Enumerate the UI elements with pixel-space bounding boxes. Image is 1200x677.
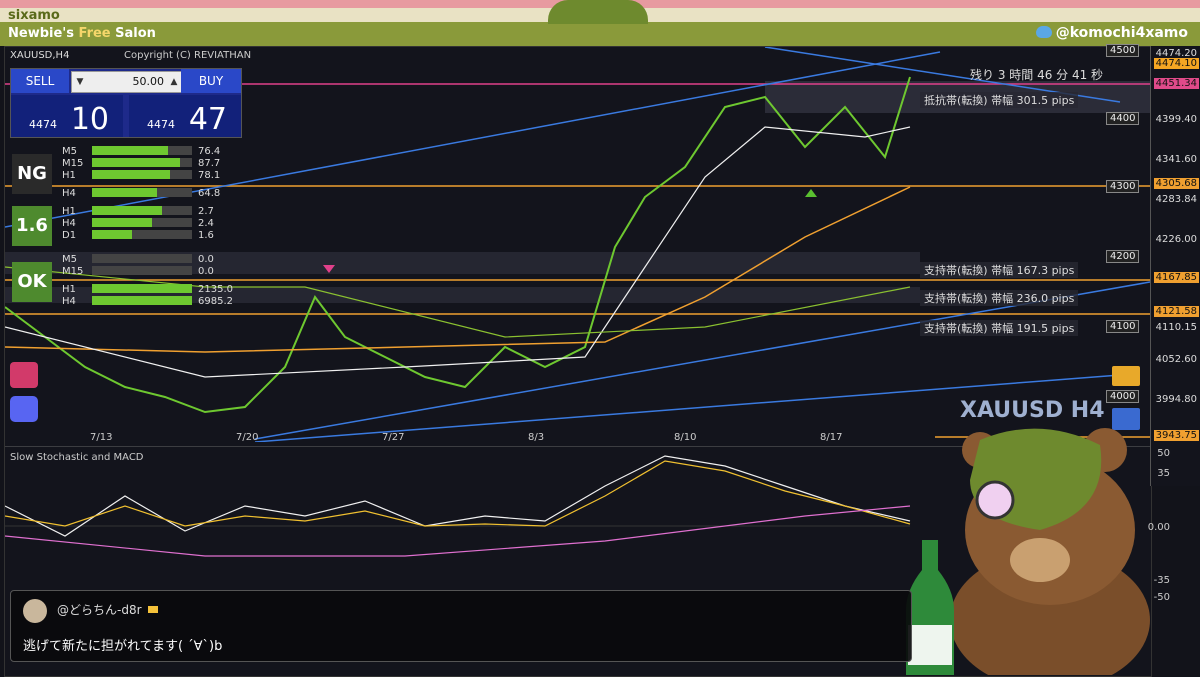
signal-strength-bar: [92, 230, 192, 239]
twitter-icon: [1035, 26, 1052, 38]
date-label: 7/27: [382, 432, 405, 443]
salon-title: Newbie's Free Salon: [8, 26, 156, 41]
price-tick: 4399.40: [1155, 114, 1197, 125]
date-label: 7/13: [90, 432, 113, 443]
signal-strength-bar: [92, 266, 192, 275]
price-tick: 4283.84: [1155, 194, 1197, 205]
price-tick: 4110.15: [1155, 322, 1197, 333]
price-tick: 3994.80: [1155, 394, 1197, 405]
signal-strength-bar: [92, 296, 192, 305]
avatar: [23, 599, 47, 623]
price-badge: 4121.58: [1153, 306, 1199, 317]
signal-strength-bar: [92, 188, 192, 197]
buy-button[interactable]: BUY: [181, 69, 241, 93]
price-tick: 4474.20: [1155, 48, 1197, 59]
round-level-label: 4000: [1106, 390, 1140, 403]
price-tick: 4341.60: [1155, 154, 1197, 165]
ask-price[interactable]: 4474 47: [129, 95, 241, 137]
date-label: 7/20: [236, 432, 259, 443]
signal-row: M15 0.0: [62, 266, 214, 277]
lot-size-input[interactable]: ▼ 50.00 ▲: [71, 71, 183, 93]
copyright-label: Copyright (C) REVIATHAN: [124, 50, 252, 61]
signal-row: H4 64.8: [62, 188, 221, 199]
signal-row: M15 87.7: [62, 158, 221, 169]
price-badge: 4474.10: [1153, 58, 1199, 69]
signal-strength-bar: [92, 158, 192, 167]
resistance-zone-label: 抵抗帯(転換) 帯幅 301.5 pips: [920, 92, 1079, 108]
date-label: 8/3: [528, 432, 545, 443]
round-level-label: 4100: [1106, 320, 1140, 333]
sell-button[interactable]: SELL: [11, 69, 69, 93]
signal-strength-bar: [92, 170, 192, 179]
signal-score-badge: 1.6: [12, 206, 52, 246]
signal-row: M5 0.0: [62, 254, 214, 265]
frog-mascot-icon: [548, 0, 648, 24]
signal-row: H1 2.7: [62, 206, 214, 217]
bar-remaining-time: 残り 3 時間 46 分 41 秒: [970, 68, 1104, 82]
chat-comment: @どらちん-d8r 逃げて新たに担がれてます( ´∀`)b: [10, 590, 912, 662]
signal-strength-bar: [92, 218, 192, 227]
signal-row: M5 76.4: [62, 146, 221, 157]
price-tick: 4052.60: [1155, 354, 1197, 365]
round-level-label: 4300: [1106, 180, 1140, 193]
buy-arrow-icon: [805, 189, 817, 197]
date-label: 8/10: [674, 432, 697, 443]
comment-text: 逃げて新たに担がれてます( ´∀`)b: [23, 639, 223, 654]
discord-icon[interactable]: [10, 396, 38, 422]
signal-strength-bar: [92, 206, 192, 215]
support-zone-label-1: 支持帯(転換) 帯幅 167.3 pips: [920, 262, 1079, 278]
price-badge: 4305.68: [1153, 178, 1199, 189]
brand-name: sixamo: [8, 8, 60, 23]
one-click-trade-panel: SELL ▼ 50.00 ▲ BUY 4474 10 4474 47: [10, 68, 242, 138]
signal-strength-bar: [92, 146, 192, 155]
support-zone-label-3: 支持帯(転換) 帯幅 191.5 pips: [920, 320, 1079, 336]
chart-symbol: XAUUSD,H4: [10, 50, 70, 61]
lot-value[interactable]: 50.00: [90, 72, 165, 92]
support-zone-label-2: 支持帯(転換) 帯幅 236.0 pips: [920, 290, 1079, 306]
price-tick: 4226.00: [1155, 234, 1197, 245]
round-level-label: 4400: [1106, 112, 1140, 125]
folder-icon[interactable]: [1112, 366, 1140, 386]
price-badge: 4167.85: [1153, 272, 1199, 283]
twitter-handle[interactable]: @komochi4xamo: [1035, 25, 1188, 41]
signal-row: D1 1.6: [62, 230, 214, 241]
oscillator-title: Slow Stochastic and MACD: [10, 452, 144, 463]
price-badge: 3943.75: [1153, 430, 1199, 441]
signal-ng-badge: NG: [12, 154, 52, 194]
signal-ok-badge: OK: [12, 262, 52, 302]
price-badge: 4451.34: [1153, 78, 1199, 89]
signal-row: H4 6985.2: [62, 296, 233, 307]
signal-row: H1 2135.0: [62, 284, 233, 295]
bid-price[interactable]: 4474 10: [11, 95, 123, 137]
comment-author: @どらちん-d8r: [57, 601, 158, 618]
lot-decrease-icon[interactable]: ▼: [72, 72, 88, 92]
date-label: 8/17: [820, 432, 843, 443]
signal-row: H1 78.1: [62, 170, 221, 181]
round-level-label: 4200: [1106, 250, 1140, 263]
lot-increase-icon[interactable]: ▲: [166, 72, 182, 92]
round-level-label: 4500: [1106, 44, 1140, 57]
signal-strength-bar: [92, 284, 192, 293]
signal-row: H4 2.4: [62, 218, 214, 229]
crown-icon: [147, 606, 158, 613]
signal-strength-bar: [92, 254, 192, 263]
camera-icon[interactable]: [10, 362, 38, 388]
